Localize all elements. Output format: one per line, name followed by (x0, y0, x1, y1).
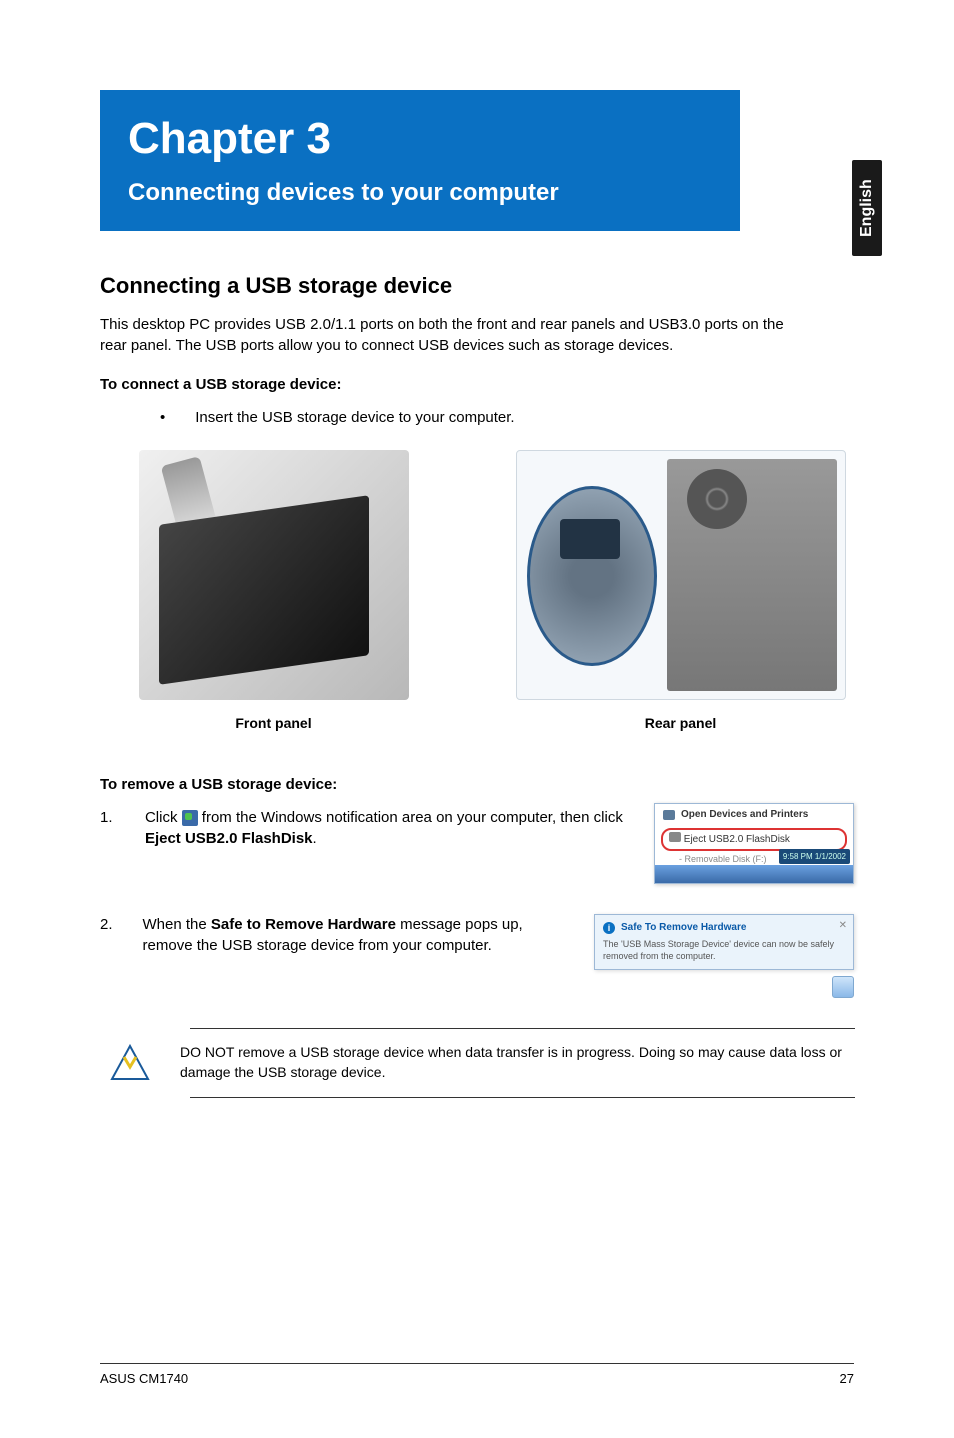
notif-body: The 'USB Mass Storage Device' device can… (603, 939, 845, 962)
page-footer: ASUS CM1740 27 (100, 1363, 854, 1388)
step-1-text-b: from the Windows notification area on yo… (198, 809, 623, 826)
warning-block: DO NOT remove a USB storage device when … (190, 1028, 855, 1098)
popup-eject-label: Eject USB2.0 FlashDisk (684, 834, 790, 845)
warning-text: DO NOT remove a USB storage device when … (180, 1043, 855, 1082)
connect-bullet: Insert the USB storage device to your co… (100, 407, 854, 428)
rear-panel-caption: Rear panel (507, 714, 854, 734)
popup-taskbar (655, 865, 853, 883)
step-2-number: 2. (100, 914, 113, 956)
step-1-number: 1. (100, 807, 115, 849)
notif-tray-icon (832, 976, 854, 998)
step-1-block: 1. Click from the Windows notification a… (100, 807, 854, 885)
popup-clock: 9:58 PM 1/1/2002 (779, 849, 850, 864)
rear-tower-icon (667, 459, 837, 691)
tray-icon (182, 810, 198, 826)
step-2-block: 2. When the Safe to Remove Hardware mess… (100, 914, 854, 997)
eject-popup-figure: Open Devices and Printers Eject USB2.0 F… (654, 803, 854, 885)
info-icon: i (603, 922, 615, 934)
safe-remove-notification: ✕ i Safe To Remove Hardware The 'USB Mass… (594, 914, 854, 969)
connect-heading: To connect a USB storage device: (100, 374, 854, 395)
rear-panel-zoom-icon (527, 486, 657, 666)
step-1-bold: Eject USB2.0 FlashDisk (145, 830, 313, 847)
language-tab: English (852, 160, 882, 256)
popup-open-devices-label: Open Devices and Printers (681, 808, 808, 822)
rear-panel-figure (516, 450, 846, 700)
drive-icon (669, 832, 681, 842)
warning-icon (110, 1043, 150, 1083)
footer-page-number: 27 (840, 1370, 854, 1388)
popup-open-devices: Open Devices and Printers (655, 804, 853, 826)
step-2-text: When the Safe to Remove Hardware message… (143, 914, 574, 956)
notif-close-icon: ✕ (839, 919, 847, 933)
panel-figures-row: Front panel Rear panel (100, 450, 854, 734)
step-2-bold: Safe to Remove Hardware (211, 916, 396, 933)
popup-eject-item: Eject USB2.0 FlashDisk (661, 828, 847, 851)
section-intro: This desktop PC provides USB 2.0/1.1 por… (100, 314, 800, 356)
step-2-text-a: When the (143, 916, 211, 933)
front-panel-figure (139, 450, 409, 700)
usb-stick-icon (160, 456, 217, 534)
step-1-text-c: . (313, 830, 317, 847)
notif-title: Safe To Remove Hardware (621, 921, 746, 935)
section-title: Connecting a USB storage device (100, 271, 854, 302)
chapter-banner: Chapter 3 Connecting devices to your com… (100, 90, 740, 231)
front-panel-caption: Front panel (100, 714, 447, 734)
remove-heading: To remove a USB storage device: (100, 774, 854, 795)
step-1-text: Click from the Windows notification area… (145, 807, 634, 849)
footer-model: ASUS CM1740 (100, 1370, 188, 1388)
chapter-title: Chapter 3 (128, 108, 712, 170)
step-1-text-a: Click (145, 809, 182, 826)
printer-icon (663, 810, 675, 820)
chapter-subtitle: Connecting devices to your computer (128, 176, 712, 210)
